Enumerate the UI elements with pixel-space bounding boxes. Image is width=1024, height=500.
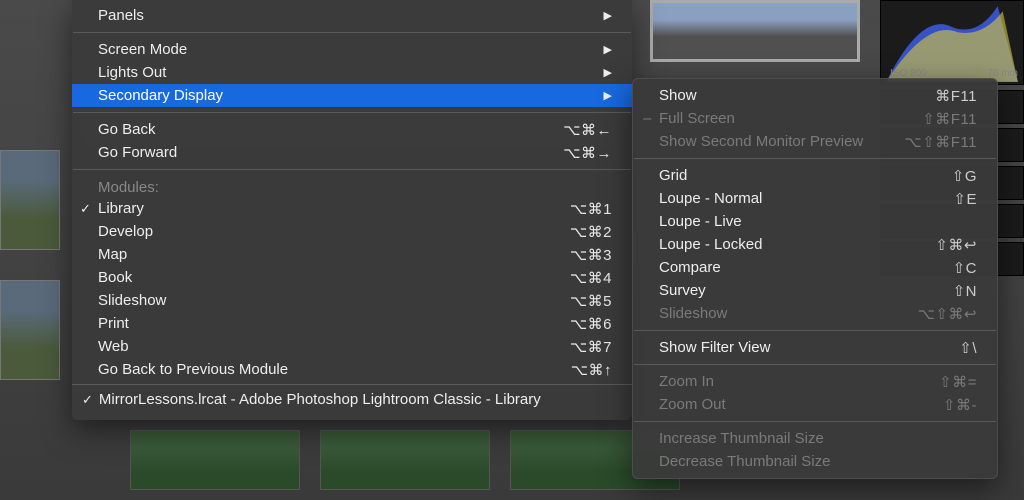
menu-secondary-display[interactable]: Secondary Display ▶ [72, 84, 632, 107]
shortcut-label: ⌥⌘5 [570, 292, 612, 310]
submenu-zoom-in: Zoom In ⇧⌘= [633, 370, 997, 393]
shortcut-label: ⌥⌘← [563, 121, 612, 139]
menu-separator [73, 32, 631, 33]
module-library[interactable]: ✓ Library ⌥⌘1 [72, 197, 632, 220]
submenu-show-filter[interactable]: Show Filter View ⇧\ [633, 336, 997, 359]
shortcut-label: ⇧\ [959, 339, 977, 357]
submenu-increase-thumb: Increase Thumbnail Size [633, 427, 997, 450]
thumbnail[interactable] [0, 280, 60, 380]
shortcut-label: ⌥⌘3 [570, 246, 612, 264]
shortcut-label: ⇧C [953, 259, 977, 277]
menu-separator [634, 421, 996, 422]
menu-go-forward[interactable]: Go Forward ⌥⌘→ [72, 141, 632, 164]
shortcut-label: ⇧⌘= [939, 373, 977, 391]
shortcut-label: ⌥⌘→ [563, 144, 612, 162]
module-develop[interactable]: Develop ⌥⌘2 [72, 220, 632, 243]
menu-lights-out[interactable]: Lights Out ▶ [72, 61, 632, 84]
shortcut-label: ⇧⌘↩ [935, 236, 977, 254]
submenu-show[interactable]: Show ⌘F11 [633, 84, 997, 107]
shortcut-label: ⇧N [953, 282, 977, 300]
module-map[interactable]: Map ⌥⌘3 [72, 243, 632, 266]
modules-section-label: Modules: [72, 175, 632, 197]
menu-catalog-window[interactable]: ✓ MirrorLessons.lrcat - Adobe Photoshop … [72, 384, 632, 414]
thumbnail[interactable] [320, 430, 490, 490]
submenu-survey[interactable]: Survey ⇧N [633, 279, 997, 302]
shortcut-label: ⇧E [953, 190, 977, 208]
check-icon: ✓ [80, 201, 91, 217]
module-web[interactable]: Web ⌥⌘7 [72, 335, 632, 358]
submenu-loupe-normal[interactable]: Loupe - Normal ⇧E [633, 187, 997, 210]
thumbnail[interactable] [130, 430, 300, 490]
shortcut-label: ⇧G [952, 167, 977, 185]
menu-separator [73, 169, 631, 170]
menu-panels[interactable]: Panels ▶ [72, 4, 632, 27]
menu-go-back-module[interactable]: Go Back to Previous Module ⌥⌘↑ [72, 358, 632, 381]
submenu-loupe-locked[interactable]: Loupe - Locked ⇧⌘↩ [633, 233, 997, 256]
submenu-second-monitor: Show Second Monitor Preview ⌥⇧⌘F11 [633, 130, 997, 153]
secondary-display-submenu: Show ⌘F11 – Full Screen ⇧⌘F11 Show Secon… [632, 78, 998, 479]
shortcut-label: ⌥⇧⌘↩ [918, 305, 977, 323]
menu-separator [634, 158, 996, 159]
submenu-full-screen: – Full Screen ⇧⌘F11 [633, 107, 997, 130]
submenu-slideshow: Slideshow ⌥⇧⌘↩ [633, 302, 997, 325]
menu-go-back[interactable]: Go Back ⌥⌘← [72, 118, 632, 141]
menu-screen-mode[interactable]: Screen Mode ▶ [72, 38, 632, 61]
shortcut-label: ⌥⌘4 [570, 269, 612, 287]
shortcut-label: ⌥⌘↑ [571, 361, 612, 379]
window-menu: Panels ▶ Screen Mode ▶ Lights Out ▶ Seco… [72, 0, 632, 420]
menu-separator [634, 330, 996, 331]
thumbnail-top[interactable] [650, 0, 860, 62]
shortcut-label: ⌥⌘2 [570, 223, 612, 241]
menu-separator [634, 364, 996, 365]
dash-icon: – [643, 110, 651, 127]
submenu-loupe-live[interactable]: Loupe - Live [633, 210, 997, 233]
module-book[interactable]: Book ⌥⌘4 [72, 266, 632, 289]
submenu-compare[interactable]: Compare ⇧C [633, 256, 997, 279]
submenu-arrow-icon: ▶ [604, 66, 612, 79]
submenu-decrease-thumb: Decrease Thumbnail Size [633, 450, 997, 473]
module-slideshow[interactable]: Slideshow ⌥⌘5 [72, 289, 632, 312]
shortcut-label: ⌥⇧⌘F11 [904, 133, 977, 151]
shortcut-label: ⌥⌘6 [570, 315, 612, 333]
submenu-arrow-icon: ▶ [604, 89, 612, 102]
thumbnail[interactable] [0, 150, 60, 250]
shortcut-label: ⌥⌘1 [570, 200, 612, 218]
submenu-grid[interactable]: Grid ⇧G [633, 164, 997, 187]
menu-separator [73, 112, 631, 113]
check-icon: ✓ [82, 392, 93, 408]
submenu-arrow-icon: ▶ [604, 43, 612, 56]
filmstrip-left [0, 0, 72, 500]
submenu-arrow-icon: ▶ [604, 9, 612, 22]
submenu-zoom-out: Zoom Out ⇧⌘- [633, 393, 997, 416]
shortcut-label: ⇧⌘- [943, 396, 977, 414]
shortcut-label: ⌥⌘7 [570, 338, 612, 356]
shortcut-label: ⌘F11 [935, 87, 977, 105]
shortcut-label: ⇧⌘F11 [922, 110, 977, 128]
module-print[interactable]: Print ⌥⌘6 [72, 312, 632, 335]
